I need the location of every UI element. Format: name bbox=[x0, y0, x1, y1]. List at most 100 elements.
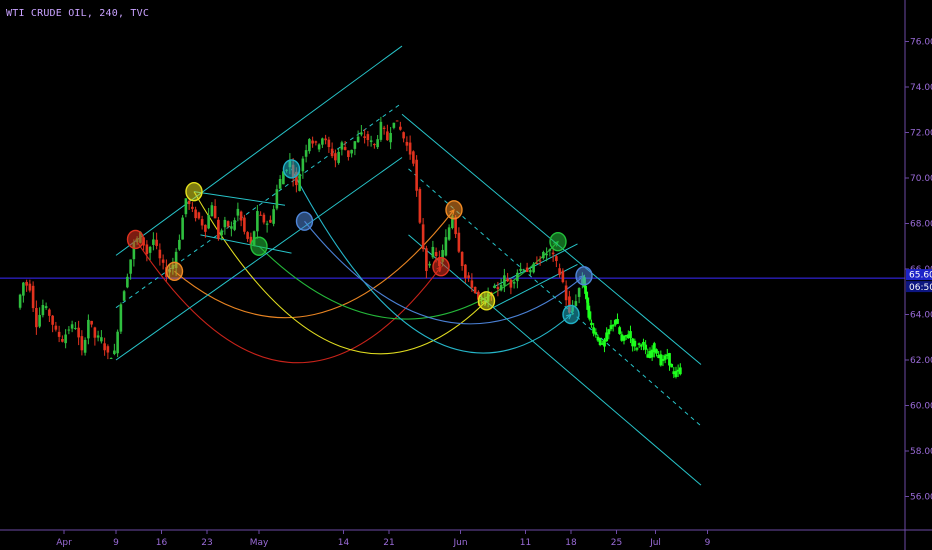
candle-up bbox=[447, 227, 451, 240]
candle-down bbox=[48, 309, 51, 316]
candle-up bbox=[207, 215, 210, 229]
arc-teal bbox=[291, 168, 572, 354]
candle-up bbox=[233, 220, 236, 230]
candle-down bbox=[106, 346, 110, 353]
candle-down bbox=[197, 212, 201, 219]
projection-candle bbox=[668, 353, 671, 366]
falling-channel-lower bbox=[408, 234, 702, 486]
candle-up bbox=[113, 350, 116, 355]
candle-down bbox=[334, 153, 337, 161]
candle-down bbox=[343, 147, 347, 150]
x-tick-label: May bbox=[250, 538, 269, 548]
candle-down bbox=[327, 139, 331, 148]
candle-down bbox=[155, 239, 158, 246]
candle-down bbox=[80, 336, 84, 351]
candle-down bbox=[373, 143, 376, 146]
x-tick-label: Jul bbox=[649, 538, 661, 548]
candle-down bbox=[35, 307, 38, 328]
x-tick-label: 16 bbox=[156, 538, 168, 548]
candle-down bbox=[366, 134, 370, 141]
candle-down bbox=[158, 249, 162, 259]
projection-candle bbox=[594, 332, 598, 335]
projection-candle bbox=[611, 324, 615, 327]
candle-down bbox=[464, 264, 467, 279]
flag-upper bbox=[193, 191, 286, 206]
x-axis: Apr 9 16 23 May 14 21 Jun 11 18 25 Jul 9 bbox=[0, 529, 932, 548]
candle-down bbox=[262, 214, 266, 223]
candle-up bbox=[317, 144, 321, 150]
last-price-value: 65.60 bbox=[909, 271, 932, 281]
candle-up bbox=[392, 122, 396, 128]
candle-down bbox=[460, 251, 464, 267]
candle-down bbox=[28, 283, 32, 291]
projection-candle bbox=[633, 340, 637, 347]
countdown-value: 06:50 bbox=[909, 283, 932, 293]
y-tick-label: 68.00 bbox=[910, 220, 932, 230]
candle-up bbox=[223, 219, 227, 228]
projection-candle bbox=[674, 371, 678, 377]
candle-up bbox=[301, 158, 305, 172]
candle-down bbox=[330, 148, 334, 157]
candle-down bbox=[57, 331, 61, 337]
candle-up bbox=[516, 272, 519, 282]
marker-blue-1 bbox=[295, 211, 314, 231]
candle-down bbox=[145, 244, 149, 255]
candle-up bbox=[428, 263, 431, 266]
projection-candle bbox=[663, 355, 667, 360]
candle-up bbox=[152, 239, 155, 245]
candle-down bbox=[555, 256, 558, 262]
projection-candle bbox=[644, 344, 648, 350]
candle-down bbox=[191, 206, 194, 209]
y-tick-label: 62.00 bbox=[910, 356, 932, 366]
projection-candle bbox=[588, 311, 592, 320]
candle-up bbox=[230, 226, 233, 229]
candle-up bbox=[178, 239, 181, 250]
candle-up bbox=[379, 121, 383, 140]
candle-down bbox=[434, 252, 438, 257]
candle-up bbox=[265, 223, 269, 225]
candle-down bbox=[161, 259, 165, 263]
candle-down bbox=[405, 141, 409, 146]
projection-candle bbox=[670, 364, 674, 368]
candle-up bbox=[574, 301, 578, 307]
price-chart[interactable]: 56.0058.0060.0062.0064.0066.0068.0070.00… bbox=[0, 0, 932, 550]
candle-up bbox=[256, 211, 259, 232]
candle-down bbox=[243, 217, 246, 232]
candle-up bbox=[38, 314, 41, 327]
candle-up bbox=[41, 304, 45, 316]
candle-up bbox=[542, 252, 545, 259]
y-tick-label: 78.00 bbox=[910, 0, 932, 2]
candle-down bbox=[90, 320, 93, 325]
y-tick-label: 56.00 bbox=[910, 493, 932, 503]
candle-up bbox=[548, 249, 552, 251]
candles-layer bbox=[18, 116, 584, 360]
candle-up bbox=[122, 291, 126, 301]
marker-green-1 bbox=[250, 236, 268, 256]
candle-up bbox=[522, 269, 526, 271]
candle-up bbox=[376, 139, 379, 148]
candle-up bbox=[503, 275, 506, 286]
candle-up bbox=[148, 246, 152, 253]
candle-down bbox=[399, 126, 402, 130]
candle-down bbox=[382, 127, 386, 129]
x-tick-label: 14 bbox=[338, 538, 350, 548]
projection-candle bbox=[635, 348, 639, 350]
candle-down bbox=[200, 219, 204, 226]
candle-up bbox=[337, 151, 340, 163]
candle-up bbox=[360, 132, 363, 135]
projection-candle bbox=[616, 318, 619, 324]
y-tick-label: 60.00 bbox=[910, 402, 932, 412]
candle-up bbox=[298, 173, 301, 191]
candle-down bbox=[412, 151, 415, 164]
candle-up bbox=[532, 263, 535, 273]
y-tick-label: 72.00 bbox=[910, 129, 932, 139]
candle-down bbox=[506, 278, 509, 282]
marker-yellow-1 bbox=[185, 181, 203, 202]
projection-candle bbox=[637, 343, 641, 345]
candle-up bbox=[275, 189, 279, 209]
arcs-layer bbox=[135, 168, 585, 364]
candle-up bbox=[350, 149, 353, 154]
candle-down bbox=[314, 141, 318, 143]
candle-down bbox=[25, 281, 28, 286]
marker-red-1 bbox=[126, 229, 145, 250]
